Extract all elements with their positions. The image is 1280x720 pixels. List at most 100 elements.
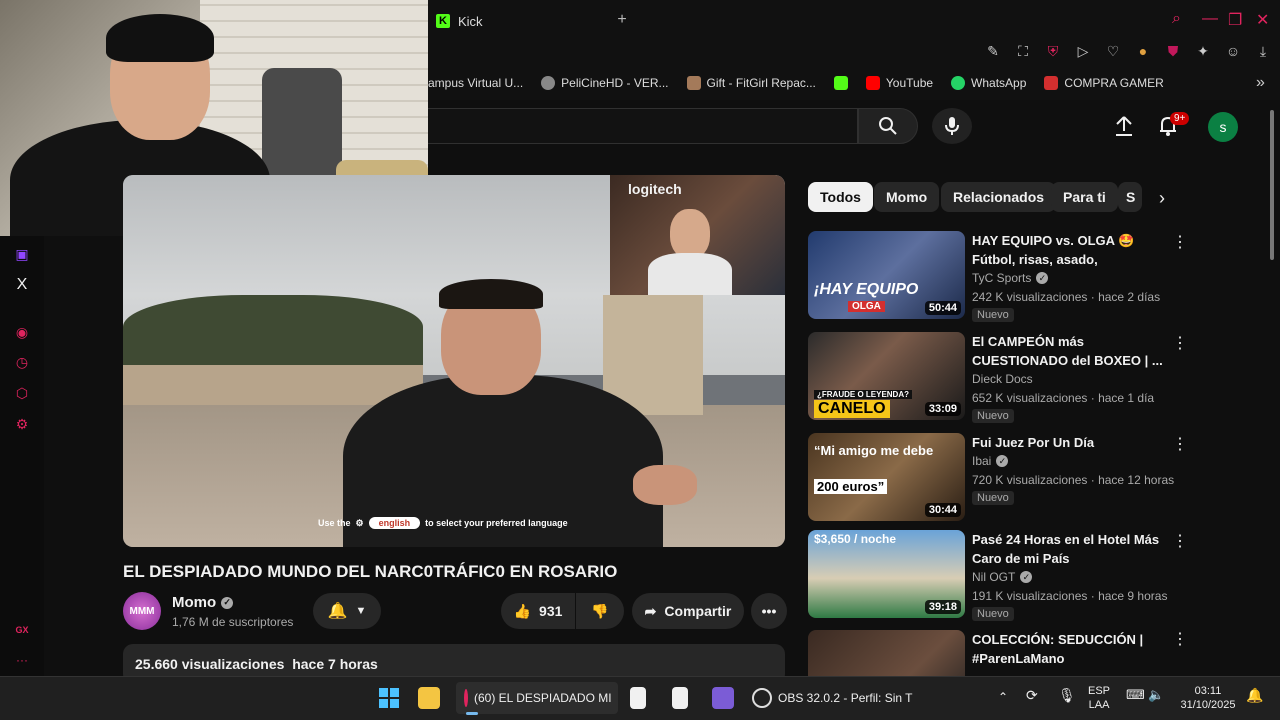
kebab-menu-icon[interactable]: ⋮	[1172, 630, 1188, 650]
scrollbar-thumb[interactable]	[1270, 110, 1274, 260]
video-player[interactable]: logitech Use the ⚙ english to select you…	[123, 175, 785, 547]
file-explorer-button[interactable]	[418, 682, 440, 714]
gx-icon[interactable]: GX	[12, 620, 32, 640]
rec-channel-name: Ibai	[972, 454, 992, 468]
bookmark-fitgirl[interactable]: Gift - FitGirl Repac...	[686, 76, 816, 90]
bookmark-campus-virtual[interactable]: ampus Virtual U...	[428, 76, 523, 90]
bookmarks-more-button[interactable]: »	[1256, 74, 1265, 92]
chip-para-ti[interactable]: Para ti	[1051, 182, 1118, 212]
bookmark-compragamer[interactable]: COMPRA GAMER	[1044, 76, 1164, 90]
dislike-button[interactable]: 👎	[576, 593, 624, 629]
vpn-shield-icon[interactable]: ⛨	[1044, 42, 1062, 60]
kebab-menu-icon[interactable]: ⋮	[1172, 334, 1188, 354]
new-badge: Nuevo	[972, 409, 1014, 423]
player-icon[interactable]: ◉	[12, 322, 32, 342]
play-icon[interactable]: ▷	[1074, 42, 1092, 60]
maximize-icon[interactable]: ❐	[1228, 10, 1242, 30]
bell-icon: 🔔	[327, 603, 348, 620]
duration-badge: 50:44	[924, 301, 961, 315]
chip-todos[interactable]: Todos	[808, 182, 873, 212]
subscribed-bell-button[interactable]: 🔔 ▼	[313, 593, 381, 629]
list-item[interactable]: “Mi amigo me debe 200 euros” 30:44 Fui J…	[808, 433, 1208, 525]
profile-icon[interactable]: ☺	[1224, 42, 1242, 60]
rec-channel-name: Dieck Docs	[972, 372, 1033, 386]
notification-bell-icon[interactable]: 🔔	[1246, 688, 1263, 702]
chevron-right-icon[interactable]: ›	[1150, 186, 1174, 210]
clock[interactable]: 03:11 31/10/2025	[1176, 684, 1240, 712]
thumbnail: $3,650 / noche 39:18	[808, 530, 965, 618]
extensions-icon[interactable]: ⬡	[12, 383, 32, 403]
list-item[interactable]: $3,650 / noche 39:18 Pasé 24 Horas en el…	[808, 530, 1208, 622]
settings-icon[interactable]: ⚙	[12, 414, 32, 434]
bookmark-pelicinehd[interactable]: PeliCineHD - VER...	[541, 76, 669, 90]
bookmark-kick[interactable]	[833, 76, 848, 90]
chip-relacionados[interactable]: Relacionados	[941, 182, 1057, 212]
twitch-icon[interactable]: ▣	[12, 244, 32, 264]
upload-button[interactable]	[1112, 114, 1136, 138]
kebab-menu-icon[interactable]: ⋮	[1172, 435, 1188, 455]
chip-more[interactable]: S	[1118, 182, 1142, 212]
notifications-badge: 9+	[1170, 112, 1190, 125]
document-icon	[672, 687, 688, 709]
bookmark-whatsapp[interactable]: WhatsApp	[951, 76, 1026, 90]
list-item[interactable]: ¿FRAUDE O LEYENDA? CANELO 33:09 El CAMPE…	[808, 332, 1208, 424]
ublock-icon[interactable]: ⛊	[1164, 42, 1182, 60]
volume-icon[interactable]: 🔈	[1148, 688, 1164, 702]
new-tab-button[interactable]: +	[614, 12, 630, 28]
thumbnail-subtext: 200 euros”	[814, 479, 888, 494]
rec-meta: 242 K visualizaciones · hace 2 días	[972, 290, 1161, 304]
language-top: ESP	[1088, 685, 1111, 697]
taskbar-app-button[interactable]	[712, 682, 734, 714]
minimize-icon[interactable]: —	[1202, 10, 1218, 28]
video-presenter-hand	[633, 465, 697, 505]
chip-momo[interactable]: Momo	[874, 182, 940, 212]
channel-name[interactable]: Momo ✓	[172, 594, 234, 611]
thumbnail-text: $3,650 / noche	[814, 532, 897, 546]
bookmark-label: PeliCineHD - VER...	[561, 76, 669, 90]
thumbs-up-icon: 👍	[513, 602, 532, 619]
language-indicator[interactable]: ESP LAA	[1088, 684, 1110, 712]
more-actions-button[interactable]: •••	[751, 593, 787, 629]
search-button[interactable]	[858, 108, 918, 144]
list-item[interactable]: ¡HAY EQUIPO OLGA 50:44 HAY EQUIPO vs. OL…	[808, 231, 1208, 323]
history-icon[interactable]: ◷	[12, 352, 32, 372]
account-avatar[interactable]: s	[1208, 112, 1238, 142]
tab-kick[interactable]: K Kick	[436, 8, 483, 34]
upload-icon	[1116, 116, 1132, 136]
close-icon[interactable]: ✕	[1256, 10, 1269, 30]
rec-title: COLECCIÓN: SEDUCCIÓN | #ParenLaMano	[972, 632, 1144, 666]
duration-badge: 30:44	[924, 503, 961, 517]
heart-icon[interactable]: ♡	[1104, 42, 1122, 60]
list-item[interactable]: COLECCIÓN: SEDUCCIÓN | #ParenLaMano ⋮	[808, 630, 1208, 676]
rec-channel: Dieck Docs	[972, 372, 1033, 386]
like-button[interactable]: 👍 931	[501, 593, 575, 629]
start-button[interactable]	[378, 682, 400, 714]
taskbar-document-2[interactable]	[672, 682, 688, 714]
taskbar-obs-window[interactable]: OBS 32.0.2 - Perfil: Sin T	[752, 682, 913, 714]
caption-language-pill[interactable]: english	[368, 517, 421, 529]
kebab-menu-icon[interactable]: ⋮	[1172, 532, 1188, 552]
microphone-tray-icon[interactable]: 🎙	[1058, 688, 1076, 702]
voice-search-button[interactable]	[932, 108, 972, 144]
extensions-icon[interactable]: ✦	[1194, 42, 1212, 60]
pin-icon[interactable]: ✎	[984, 42, 1002, 60]
search-input[interactable]	[428, 108, 858, 144]
network-icon[interactable]: ⌨	[1126, 688, 1145, 702]
search-tabs-icon[interactable]: ⌕	[1172, 10, 1181, 28]
taskbar-document-1[interactable]	[630, 682, 646, 714]
kebab-menu-icon[interactable]: ⋮	[1172, 233, 1188, 253]
download-icon[interactable]: ⤓	[1254, 42, 1272, 60]
bookmark-youtube[interactable]: YouTube	[865, 76, 933, 90]
bookmark-label: COMPRA GAMER	[1064, 76, 1164, 90]
channel-avatar[interactable]: MMM	[123, 592, 161, 630]
thumbnail	[808, 630, 965, 676]
globe-icon	[541, 76, 556, 90]
x-icon[interactable]: X	[12, 275, 32, 295]
screenshot-icon[interactable]: ⛶	[1014, 42, 1032, 60]
sync-icon[interactable]: ⟳	[1026, 688, 1038, 702]
tray-overflow-icon[interactable]: ⌃	[998, 690, 1008, 704]
more-icon[interactable]: ···	[12, 650, 32, 670]
share-button[interactable]: ➦ Compartir	[632, 593, 744, 629]
taskbar-browser-window[interactable]: (60) EL DESPIADADO MI	[456, 682, 618, 714]
extension-profile-icon[interactable]: ●	[1134, 42, 1152, 60]
